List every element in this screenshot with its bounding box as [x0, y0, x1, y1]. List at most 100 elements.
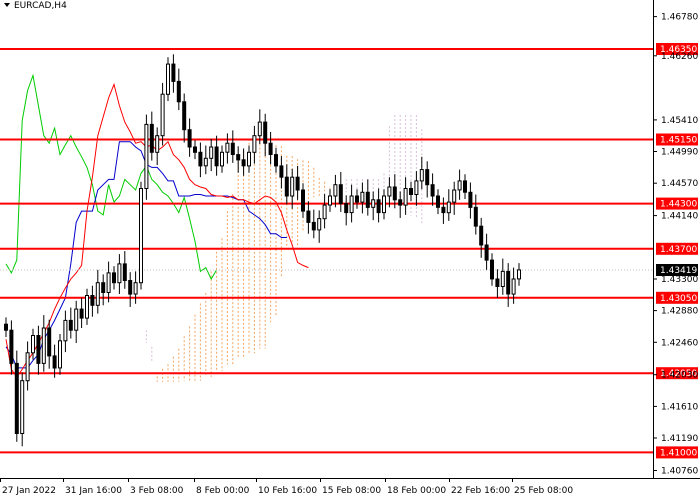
symbol-header[interactable]: EURCAD,H4: [4, 1, 67, 11]
candle-body: [95, 282, 100, 306]
price-tick-label: 1.42880: [661, 307, 698, 317]
candle-body: [112, 272, 116, 284]
price-tick-label: 1.44990: [661, 148, 698, 158]
time-tick-label: 15 Feb 08:00: [322, 486, 381, 496]
time-tick-label: 25 Feb 08:00: [514, 486, 573, 496]
candle-body: [376, 199, 381, 214]
level-label: 1.45150: [660, 136, 697, 146]
candle-body: [436, 195, 440, 208]
time-tick-label: 8 Feb 00:00: [196, 486, 250, 496]
candle-body: [117, 263, 122, 284]
candle-body: [425, 169, 430, 186]
price-tick-label: 1.42030: [661, 371, 698, 381]
candle-body: [139, 188, 143, 284]
candle-body: [279, 165, 284, 178]
candle-body: [52, 355, 57, 369]
time-tick-label: 18 Feb 00:00: [387, 486, 446, 496]
price-chart[interactable]: 1.463501.451501.443001.437001.430501.420…: [0, 0, 700, 500]
candle-body: [220, 151, 224, 167]
candle-body: [268, 142, 273, 155]
candle-body: [252, 135, 257, 153]
candle-body: [468, 191, 473, 208]
candle-body: [328, 195, 332, 206]
candle-body: [47, 327, 52, 357]
candle-body: [155, 135, 160, 153]
candle-body: [247, 151, 251, 167]
candle-body: [382, 195, 386, 214]
candle-body: [290, 176, 295, 197]
candle-body: [517, 269, 521, 280]
candle-body: [355, 195, 359, 203]
time-tick-label: 3 Feb 08:00: [130, 486, 184, 496]
candle-body: [128, 280, 133, 295]
candle-body: [365, 191, 370, 208]
candle-body: [133, 282, 138, 295]
candle-body: [338, 184, 343, 204]
level-label: 1.43700: [660, 245, 697, 255]
candle-body: [392, 186, 397, 201]
candle-body: [463, 180, 467, 193]
candle-body: [344, 203, 349, 214]
candle-body: [295, 176, 300, 191]
candle-body: [101, 282, 106, 294]
candle-body: [284, 176, 289, 197]
price-tick-label: 1.45410: [661, 116, 698, 126]
candle-body: [31, 335, 35, 354]
candle-body: [398, 199, 403, 206]
candle-body: [149, 123, 154, 153]
candle-body: [214, 146, 219, 167]
candle-body: [430, 184, 435, 197]
candle-body: [257, 121, 262, 137]
candle-body: [68, 319, 73, 331]
candle-body: [79, 308, 84, 319]
candle-body: [106, 272, 111, 293]
candle-body: [446, 201, 451, 214]
candle-body: [14, 362, 19, 434]
candle-body: [85, 295, 89, 319]
time-tick-label: 27 Jan 2022: [2, 486, 56, 496]
time-tick-label: 10 Feb 16:00: [258, 486, 317, 496]
candle-body: [182, 101, 187, 131]
candle-body: [241, 159, 246, 167]
level-label: 1.41000: [660, 448, 697, 458]
candle-body: [193, 146, 197, 153]
candle-body: [74, 308, 79, 331]
candle-body: [36, 335, 41, 364]
candle-body: [403, 188, 408, 206]
candle-body: [63, 319, 68, 342]
candle-body: [311, 221, 316, 231]
candle-body: [479, 225, 484, 246]
candle-body: [203, 157, 208, 167]
candle-body: [236, 154, 241, 161]
price-tick-label: 1.41190: [661, 434, 698, 444]
candle-body: [452, 189, 457, 203]
chart-background: [0, 0, 700, 500]
candle-body: [387, 186, 392, 197]
candle-body: [511, 278, 516, 295]
candle-body: [160, 93, 165, 137]
candle-body: [58, 340, 62, 369]
current-price-label: 1.43419: [660, 266, 697, 276]
candle-body: [9, 329, 14, 364]
candle-body: [306, 210, 311, 223]
candle-body: [495, 278, 500, 287]
candle-body: [209, 146, 214, 159]
price-tick-label: 1.46780: [661, 13, 698, 23]
candle-body: [122, 263, 127, 281]
price-tick-label: 1.40760: [661, 467, 698, 477]
candle-body: [333, 184, 338, 197]
level-label: 1.43050: [660, 294, 697, 304]
candle-body: [414, 180, 419, 195]
candle-body: [4, 323, 8, 331]
price-tick-label: 1.43300: [661, 275, 698, 285]
candle-body: [90, 295, 95, 306]
price-tick-label: 1.42460: [661, 338, 698, 348]
price-tick-label: 1.44140: [661, 212, 698, 222]
candle-body: [198, 151, 203, 167]
candle-body: [171, 63, 176, 82]
candle-body: [41, 327, 46, 364]
symbol-label: EURCAD,H4: [14, 1, 67, 11]
price-tick-label: 1.46260: [661, 52, 698, 62]
candle-body: [301, 189, 305, 212]
candle-body: [274, 154, 278, 167]
